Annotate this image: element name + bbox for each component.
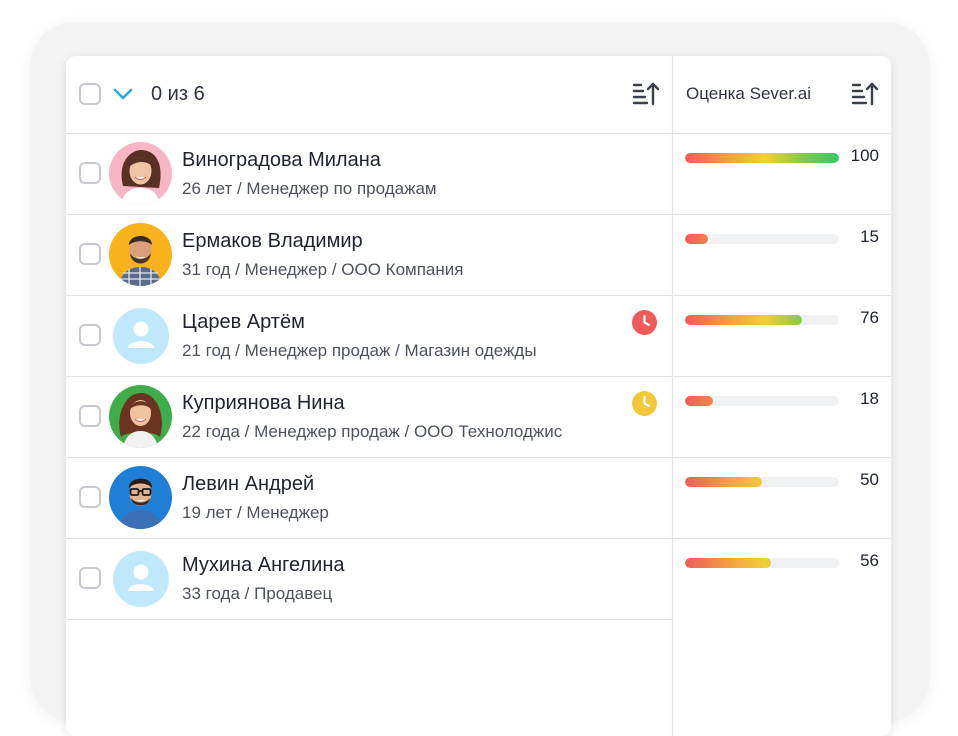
score-value: 100 [850,146,879,165]
yellow-clock-icon[interactable] [632,391,657,416]
candidate-details: 21 год / Менеджер продаж / Магазин одежд… [182,341,537,360]
score-bar-fill [685,396,713,406]
red-clock-icon[interactable] [632,310,657,335]
candidate-name[interactable]: Куприянова Нина [182,392,345,415]
chevron-down-icon[interactable] [112,83,134,105]
score-cell: 15 [673,215,891,296]
user-icon [128,564,154,591]
candidate-name[interactable]: Мухина Ангелина [182,554,345,577]
avatar-placeholder [113,551,169,607]
score-column-title: Оценка Sever.ai [686,84,812,103]
score-cell: 100 [673,134,891,215]
avatar [109,142,172,205]
table-header: 0 из 6 Оценка Sever.ai [66,56,891,134]
score-bar-fill [685,558,772,568]
score-bar [685,315,839,325]
row-checkbox[interactable] [79,162,101,184]
table-row[interactable]: Ермаков Владимир 31 год / Менеджер / ООО… [66,215,672,296]
avatar [109,466,172,529]
score-value: 56 [860,551,879,570]
table-row[interactable]: Виноградова Милана 26 лет / Менеджер по … [66,134,672,215]
score-value: 50 [860,470,879,489]
row-checkbox[interactable] [79,486,101,508]
row-checkbox[interactable] [79,405,101,427]
avatar-placeholder [113,308,169,364]
score-bar [685,558,839,568]
candidate-details: 26 лет / Менеджер по продажам [182,179,437,198]
score-cell: 50 [673,458,891,539]
score-sort-icon[interactable] [851,81,879,107]
row-checkbox[interactable] [79,567,101,589]
table-row[interactable]: Мухина Ангелина 33 года / Продавец [66,539,672,620]
score-bar [685,234,839,244]
candidate-details: 19 лет / Менеджер [182,503,329,522]
candidate-details: 31 год / Менеджер / ООО Компания [182,260,464,279]
score-bar-fill [685,234,709,244]
score-value: 76 [860,308,879,327]
score-bar-fill [685,315,803,325]
score-cell: 56 [673,539,891,619]
select-all-checkbox[interactable] [79,83,101,105]
user-icon [128,321,154,348]
candidate-name[interactable]: Виноградова Милана [182,149,381,172]
row-checkbox[interactable] [79,243,101,265]
candidate-name[interactable]: Ермаков Владимир [182,230,363,253]
score-value: 18 [860,389,879,408]
candidate-name[interactable]: Царев Артём [182,311,305,334]
score-value: 15 [860,227,879,246]
candidate-details: 22 года / Менеджер продаж / ООО Технолод… [182,422,563,441]
score-cell: 76 [673,296,891,377]
sort-icon[interactable] [632,81,660,107]
candidate-details: 33 года / Продавец [182,584,333,603]
score-bar [685,153,839,163]
table-row[interactable]: Куприянова Нина 22 года / Менеджер прода… [66,377,672,458]
table-row[interactable]: Царев Артём 21 год / Менеджер продаж / М… [66,296,672,377]
candidates-table: 0 из 6 Оценка Sever.ai Виноградова Милан… [66,56,891,736]
row-checkbox[interactable] [79,324,101,346]
score-bar-fill [685,477,762,487]
candidate-name[interactable]: Левин Андрей [182,473,314,496]
score-bar [685,477,839,487]
score-cell: 18 [673,377,891,458]
avatar [109,385,172,448]
table-row[interactable]: Левин Андрей 19 лет / Менеджер [66,458,672,539]
score-bar [685,396,839,406]
selection-count: 0 из 6 [151,83,205,105]
avatar [109,223,172,286]
score-bar-fill [685,153,839,163]
